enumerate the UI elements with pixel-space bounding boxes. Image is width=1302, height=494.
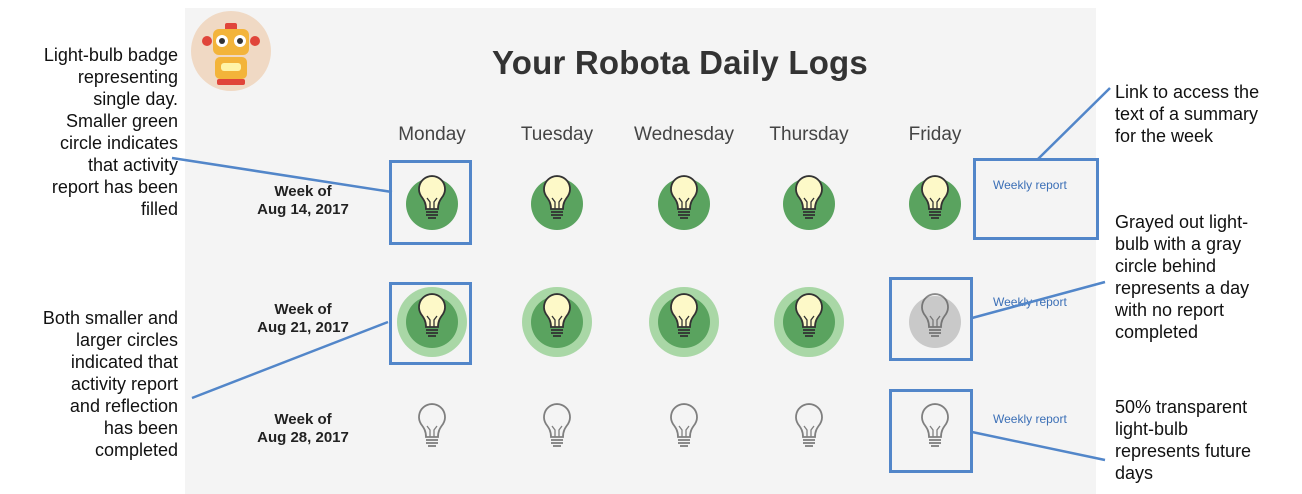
annotation-light-bulb-badge: Light-bulb badge representing single day.… [43, 45, 178, 219]
highlight-friday-week3 [889, 389, 973, 473]
highlight-friday-week2 [889, 277, 973, 361]
annotation-weekly-link: Link to access the text of a summary for … [1115, 82, 1260, 146]
annotation-grayed-bulb: Grayed out light-bulb with a gray circle… [1115, 212, 1250, 342]
annotation-transparent-bulb: 50% transparent light-bulb represents fut… [1115, 397, 1252, 483]
annotation-both-circles: Both smaller and larger circles indicated… [42, 308, 178, 460]
highlight-monday-week1 [389, 160, 472, 245]
annotation-connectors [171, 87, 1111, 462]
highlight-weekly-report-link [973, 158, 1099, 240]
highlight-monday-week2 [389, 282, 472, 365]
